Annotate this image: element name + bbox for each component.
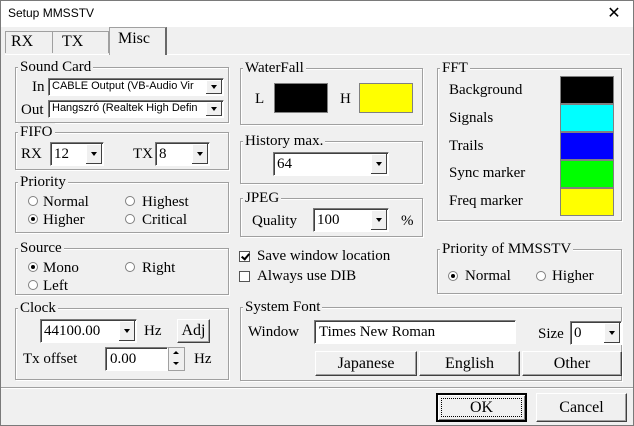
priority-mmsstv-normal-radio[interactable]: [448, 271, 458, 281]
close-icon[interactable]: ✕: [605, 3, 623, 23]
clock-label: Clock: [18, 299, 58, 317]
window-title: Setup MMSSTV: [8, 6, 95, 20]
jpeg-percent-label: %: [401, 213, 414, 229]
system-font-label: System Font: [243, 298, 323, 316]
sound-out-label: Out: [21, 102, 44, 118]
tx-offset-label: Tx offset: [23, 351, 78, 367]
waterfall-l-label: L: [255, 91, 265, 107]
clock-hz-label: Hz: [144, 323, 162, 339]
system-font-window-input[interactable]: Times New Roman: [314, 320, 516, 344]
priority-higher-radio[interactable]: [28, 214, 38, 224]
always-use-dib-label: Always use DIB: [257, 268, 357, 284]
waterfall-h-label: H: [340, 91, 351, 107]
chevron-down-icon[interactable]: [118, 321, 135, 341]
fft-sync-marker-color[interactable]: [560, 160, 614, 188]
source-left-label: Left: [43, 278, 68, 294]
history-select[interactable]: 64: [273, 152, 389, 176]
ok-button[interactable]: OK: [436, 393, 527, 422]
chevron-down-icon[interactable]: [191, 144, 208, 164]
fft-label: FFT: [440, 59, 470, 77]
setup-dialog: Setup MMSSTV ✕ RX TX Misc Sound Card In …: [0, 0, 634, 426]
source-mono-label: Mono: [43, 260, 79, 276]
clock-select[interactable]: 44100.00: [40, 319, 137, 343]
priority-mmsstv-higher-radio[interactable]: [536, 271, 546, 281]
fft-sync-marker-label: Sync marker: [449, 165, 526, 181]
fft-trails-label: Trails: [449, 138, 484, 154]
spin-down-icon[interactable]: [169, 359, 184, 369]
priority-critical-radio[interactable]: [125, 214, 135, 224]
source-mono-radio[interactable]: [28, 262, 38, 272]
focus-rectangle: [441, 398, 522, 417]
jpeg-label: JPEG: [243, 189, 282, 207]
sound-in-label: In: [32, 79, 45, 95]
source-label: Source: [18, 239, 64, 257]
tab-rx[interactable]: RX: [5, 31, 53, 53]
english-button[interactable]: English: [419, 351, 520, 376]
fifo-rx-label: RX: [21, 146, 42, 162]
always-use-dib-checkbox[interactable]: [239, 271, 250, 282]
title-bar: Setup MMSSTV ✕: [1, 1, 633, 27]
bottom-separator: [1, 387, 633, 389]
fifo-tx-label: TX: [133, 146, 153, 162]
system-font-size-select[interactable]: 0: [570, 321, 622, 345]
chevron-down-icon[interactable]: [603, 323, 620, 343]
fft-trails-color[interactable]: [560, 132, 614, 160]
cancel-button[interactable]: Cancel: [536, 393, 627, 422]
history-label: History max.: [243, 132, 326, 150]
fft-freq-marker-color[interactable]: [560, 188, 614, 216]
system-font-size-label: Size: [538, 326, 564, 342]
fifo-label: FIFO: [18, 123, 55, 141]
sound-card-label: Sound Card: [18, 58, 94, 76]
chevron-down-icon[interactable]: [205, 80, 222, 94]
save-window-location-checkbox[interactable]: [239, 251, 250, 262]
tx-offset-spinner[interactable]: [168, 347, 185, 371]
japanese-button[interactable]: Japanese: [315, 351, 417, 376]
waterfall-l-color[interactable]: [274, 83, 328, 113]
source-left-radio[interactable]: [28, 280, 38, 290]
save-window-location-label: Save window location: [257, 248, 391, 264]
tab-tx[interactable]: TX: [53, 31, 109, 53]
fifo-tx-select[interactable]: 8: [155, 142, 210, 166]
priority-mmsstv-higher-label: Higher: [552, 268, 594, 284]
fft-signals-color[interactable]: [560, 104, 614, 132]
fft-signals-label: Signals: [449, 110, 494, 126]
chevron-down-icon[interactable]: [85, 144, 102, 164]
priority-highest-radio[interactable]: [125, 196, 135, 206]
jpeg-quality-label: Quality: [252, 213, 297, 229]
jpeg-quality-select[interactable]: 100: [313, 208, 389, 232]
fft-background-color[interactable]: [560, 76, 614, 104]
waterfall-h-color[interactable]: [359, 83, 413, 113]
sound-in-select[interactable]: CABLE Output (VB-Audio Vir: [48, 78, 224, 96]
tab-panel-border: [5, 54, 630, 55]
chevron-down-icon[interactable]: [370, 154, 387, 174]
priority-highest-label: Highest: [142, 194, 189, 210]
waterfall-label: WaterFall: [243, 59, 306, 77]
other-button[interactable]: Other: [522, 351, 622, 376]
priority-higher-label: Higher: [43, 212, 85, 228]
priority-mmsstv-label: Priority of MMSSTV: [440, 240, 574, 258]
spin-up-icon[interactable]: [169, 348, 184, 358]
tab-misc[interactable]: Misc: [109, 27, 167, 55]
priority-label: Priority: [18, 173, 68, 191]
priority-normal-label: Normal: [43, 194, 89, 210]
fft-freq-marker-label: Freq marker: [449, 193, 523, 209]
system-font-window-label: Window: [248, 324, 300, 340]
fifo-rx-select[interactable]: 12: [50, 142, 104, 166]
source-right-label: Right: [142, 260, 176, 276]
sound-out-select[interactable]: Hangszró (Realtek High Defin: [48, 100, 224, 118]
source-right-radio[interactable]: [125, 262, 135, 272]
chevron-down-icon[interactable]: [370, 210, 387, 230]
tx-offset-input[interactable]: 0.00: [105, 347, 168, 371]
priority-normal-radio[interactable]: [28, 196, 38, 206]
chevron-down-icon[interactable]: [205, 102, 222, 116]
priority-mmsstv-normal-label: Normal: [465, 268, 511, 284]
fft-background-label: Background: [449, 82, 523, 98]
priority-critical-label: Critical: [142, 212, 187, 228]
tx-offset-unit: Hz: [194, 351, 212, 367]
adj-button[interactable]: Adj: [177, 319, 210, 343]
